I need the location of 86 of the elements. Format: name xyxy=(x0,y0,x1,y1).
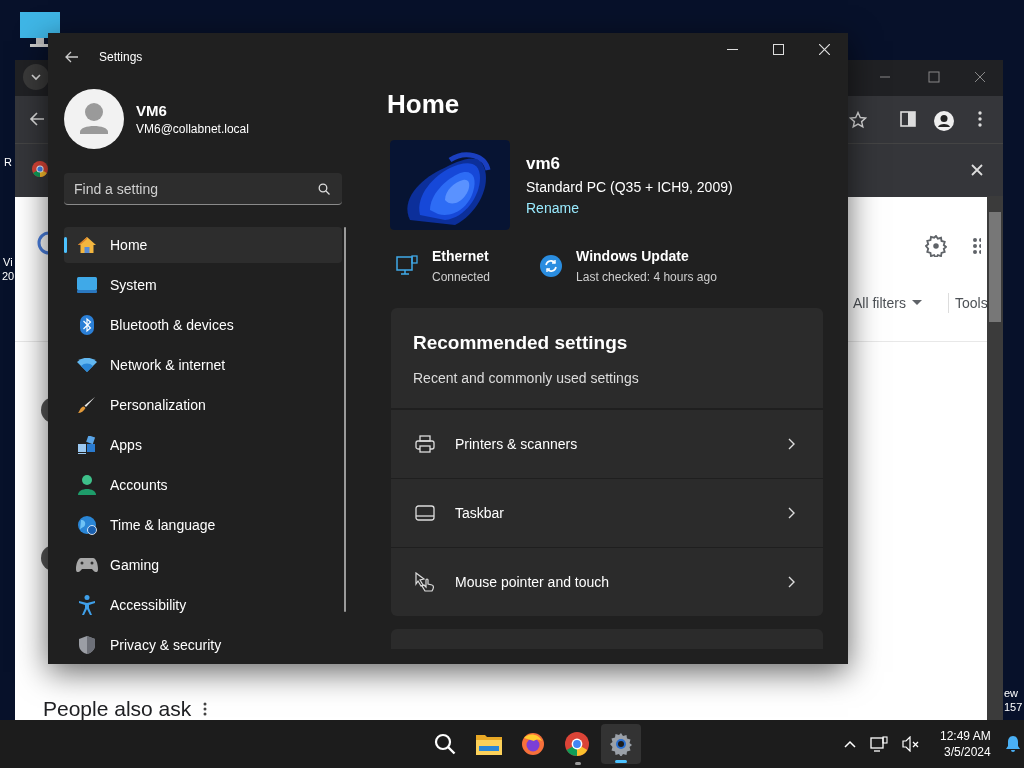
filters-button[interactable]: All filters xyxy=(853,295,922,311)
nav-item[interactable]: Gaming xyxy=(64,547,342,583)
scrollbar[interactable] xyxy=(344,227,346,612)
device-name: vm6 xyxy=(526,154,562,174)
gear-icon xyxy=(609,732,633,756)
chevron-right-icon xyxy=(788,438,795,450)
chevron-right-icon xyxy=(788,507,795,519)
desktop-label: R xyxy=(4,156,12,168)
network-icon[interactable] xyxy=(870,736,888,752)
nav-item[interactable]: Accounts xyxy=(64,467,342,503)
caret-icon xyxy=(911,300,922,306)
chrome-icon[interactable] xyxy=(32,161,48,177)
section-title: People also ask xyxy=(43,697,192,721)
desktop-label: 20 xyxy=(2,270,15,282)
volume-muted-icon[interactable] xyxy=(902,736,920,752)
desktop-label: ew xyxy=(1004,687,1019,699)
apps-grid-icon[interactable] xyxy=(973,237,981,255)
back-arrow-icon[interactable] xyxy=(65,51,79,63)
nav-item[interactable]: Network & internet xyxy=(64,347,342,383)
accessibility-icon xyxy=(76,595,98,615)
pointer-hand-icon xyxy=(415,572,435,592)
chevron-up-icon[interactable] xyxy=(844,740,856,748)
chrome-icon xyxy=(565,732,589,756)
running-indicator xyxy=(575,762,581,765)
status-title: Windows Update xyxy=(576,248,690,264)
more-icon[interactable] xyxy=(203,702,208,716)
desktop-label: 157 xyxy=(1004,701,1023,713)
nav-item[interactable]: Time & language xyxy=(64,507,342,543)
user-name: VM6 xyxy=(136,102,168,119)
sync-icon xyxy=(540,255,563,277)
game-controller-icon xyxy=(76,558,98,572)
search-icon xyxy=(318,183,330,195)
desktop-label: Vi xyxy=(3,256,13,268)
firefox-icon xyxy=(521,732,545,756)
device-model: Standard PC (Q35 + ICH9, 2009) xyxy=(526,179,733,195)
profile-icon[interactable] xyxy=(934,111,954,131)
settings-row[interactable]: Mouse pointer and touch xyxy=(391,547,823,616)
avatar-icon[interactable] xyxy=(64,89,124,149)
user-email: VM6@collabnet.local xyxy=(136,122,249,136)
taskbar-app[interactable] xyxy=(601,724,641,764)
close-icon[interactable] xyxy=(974,71,986,83)
settings-row[interactable]: Taskbar xyxy=(391,478,823,547)
panel-title: Recommended settings xyxy=(413,332,629,354)
tab-search-button[interactable] xyxy=(23,64,49,90)
window-title: Settings xyxy=(99,50,143,64)
nav-item[interactable]: Home xyxy=(64,227,342,263)
computer-icon xyxy=(396,255,418,277)
logo-fragment-icon xyxy=(37,231,49,255)
person-icon xyxy=(76,475,98,495)
bell-icon[interactable] xyxy=(1004,735,1021,753)
nav-item[interactable]: Apps xyxy=(64,427,342,463)
folder-icon xyxy=(476,733,502,755)
monitor-icon[interactable] xyxy=(18,12,62,48)
page-title: Home xyxy=(387,89,461,120)
status-detail: Last checked: 4 hours ago xyxy=(576,270,717,284)
search-icon xyxy=(434,733,456,755)
nav-item[interactable]: Personalization xyxy=(64,387,342,423)
nav-item[interactable]: Accessibility xyxy=(64,587,342,623)
side-panel-icon[interactable] xyxy=(900,111,916,127)
chevron-right-icon xyxy=(788,576,795,588)
star-icon[interactable] xyxy=(849,111,867,129)
monitor-icon xyxy=(76,277,98,293)
brush-icon xyxy=(76,396,98,414)
menu-icon[interactable] xyxy=(978,111,982,127)
apps-icon xyxy=(76,436,98,454)
back-arrow-icon[interactable] xyxy=(29,111,45,127)
chevron-down-icon xyxy=(30,71,42,83)
settings-icon[interactable] xyxy=(925,235,947,257)
nav-item[interactable]: Privacy & security xyxy=(64,627,342,663)
status-title: Ethernet xyxy=(432,248,490,264)
status-detail: Connected xyxy=(432,270,491,284)
panel-subtitle: Recent and commonly used settings xyxy=(413,370,640,386)
scrollbar[interactable] xyxy=(987,196,1003,720)
tools-button[interactable]: Tools xyxy=(955,295,987,311)
printer-icon xyxy=(415,435,435,453)
rename-link[interactable]: Rename xyxy=(526,200,733,216)
clock[interactable]: 12:49 AM 3/5/2024 xyxy=(940,729,991,759)
shield-icon xyxy=(76,636,98,654)
search-field[interactable]: Find a setting xyxy=(64,173,342,205)
wifi-icon xyxy=(76,358,98,372)
home-icon xyxy=(76,236,98,254)
nav-item[interactable]: System xyxy=(64,267,342,303)
settings-row[interactable]: Printers & scanners xyxy=(391,409,823,478)
nav-item[interactable]: Bluetooth & devices xyxy=(64,307,342,343)
globe-icon xyxy=(76,515,98,535)
taskbar-icon xyxy=(415,505,435,521)
